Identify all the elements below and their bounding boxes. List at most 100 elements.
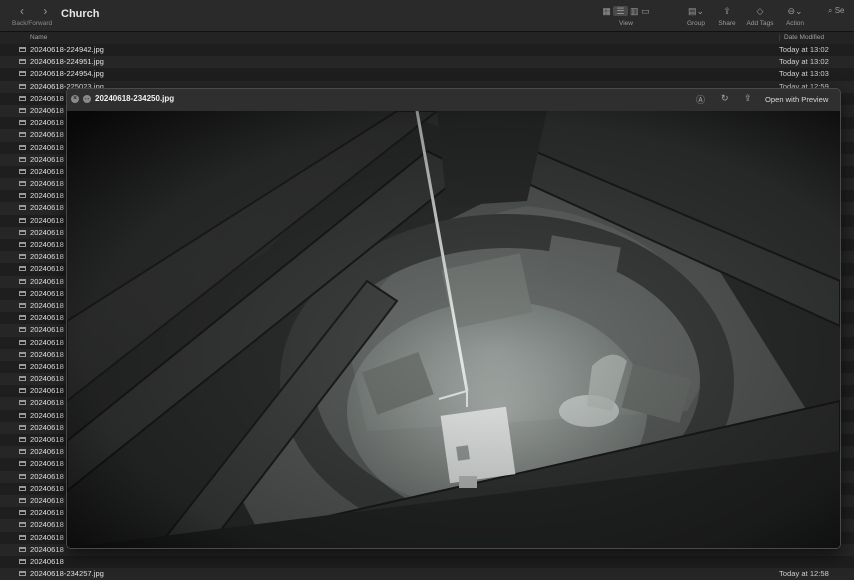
view-mode-icons[interactable]: ▦ ☰ ▥ ▭ (591, 5, 661, 17)
image-file-icon (19, 47, 26, 52)
back-forward-label: Back/Forward (12, 20, 53, 27)
file-name: 20240618 (30, 276, 64, 286)
tag-icon: ◇ (756, 6, 764, 16)
group-icon: ▤⌄ (687, 6, 705, 16)
image-file-icon (19, 412, 26, 418)
file-row[interactable]: 20240618-224951.jpg Today at 13:02 (0, 56, 854, 69)
share-icon: ⇪ (723, 6, 731, 16)
file-name: 20240618-234257.jpg (30, 569, 104, 579)
share-button[interactable]: ⇪ Share (715, 5, 739, 27)
image-file-icon (19, 59, 26, 65)
image-file-icon (19, 95, 26, 101)
image-file-icon (19, 290, 26, 296)
file-name: 20240618 (30, 374, 64, 384)
file-name: 20240618 (30, 264, 64, 274)
file-name: 20240618 (30, 130, 64, 140)
fullscreen-icon[interactable]: ↔ (83, 95, 91, 103)
file-name: 20240618 (30, 166, 64, 176)
view-control[interactable]: ▦ ☰ ▥ ▭ View (591, 5, 661, 27)
file-name: 20240618 (30, 386, 64, 396)
file-name: 20240618 (30, 349, 64, 359)
image-file-icon (19, 229, 26, 235)
image-file-icon (19, 473, 26, 479)
file-name: 20240618 (30, 154, 64, 164)
action-button[interactable]: ⊖⌄ Action (782, 5, 808, 27)
file-name: 20240618 (30, 300, 64, 310)
file-name: 20240618 (30, 252, 64, 262)
image-file-icon (19, 71, 26, 77)
file-name: 20240618 (30, 203, 64, 213)
share-label: Share (718, 20, 736, 27)
file-name: 20240618 (30, 105, 64, 115)
file-name: 20240618-224942.jpg (30, 45, 104, 54)
search-field[interactable]: ⌕ Se (828, 6, 845, 16)
image-file-icon (19, 181, 26, 187)
file-name: 20240618 (30, 118, 64, 128)
image-file-icon (19, 400, 26, 406)
back-forward-arrows-icon[interactable]: ‹ › (12, 4, 56, 18)
file-row[interactable]: 20240618 (0, 556, 854, 568)
file-name: 20240618 (30, 483, 64, 493)
image-file-icon (19, 424, 26, 430)
ellipsis-circle-icon: ⊖⌄ (787, 6, 803, 16)
file-name: 20240618 (30, 179, 64, 189)
column-view-icon[interactable]: ▥ (630, 6, 639, 16)
file-name: 20240618 (30, 288, 64, 298)
file-name: 20240618 (30, 447, 64, 457)
image-file-icon (19, 315, 26, 321)
image-file-icon (19, 388, 26, 394)
gallery-view-icon[interactable]: ▭ (641, 6, 650, 16)
file-name: 20240618 (30, 532, 64, 542)
image-file-icon (19, 254, 26, 260)
file-row[interactable]: 20240618-224954.jpg Today at 13:03 (0, 68, 854, 80)
file-name: 20240618 (30, 325, 64, 335)
image-file-icon (19, 205, 26, 211)
file-date: Today at 13:03 (779, 69, 829, 79)
image-file-icon (19, 437, 26, 442)
file-name: 20240618-224951.jpg (30, 57, 104, 67)
file-row[interactable]: 20240618-224942.jpg Today at 13:02 (0, 44, 854, 56)
image-file-icon (19, 558, 26, 564)
group-label: Group (686, 20, 706, 27)
file-name: 20240618 (30, 471, 64, 481)
close-icon[interactable]: × (71, 95, 79, 103)
image-file-icon (19, 351, 26, 357)
image-file-icon (19, 534, 26, 540)
file-date: Today at 13:02 (779, 45, 829, 54)
icon-view-icon[interactable]: ▦ (602, 6, 611, 16)
file-name: 20240618 (30, 93, 64, 103)
file-name: 20240618 (30, 556, 64, 566)
file-name: 20240618 (30, 227, 64, 237)
share-icon[interactable]: ⇪ (744, 93, 752, 104)
image-file-icon (19, 339, 26, 345)
name-column-header[interactable]: Name (30, 34, 47, 41)
rotate-icon[interactable]: ↻ (721, 93, 729, 104)
date-modified-column-header[interactable]: Date Modified (779, 34, 824, 41)
file-name: 20240618 (30, 495, 64, 505)
image-file-icon (19, 132, 26, 138)
open-with-preview-button[interactable]: Open with Preview (765, 95, 828, 104)
image-file-icon (19, 327, 26, 333)
list-view-icon[interactable]: ☰ (613, 6, 628, 16)
file-name: 20240618 (30, 191, 64, 201)
image-file-icon (19, 522, 26, 528)
quick-look-panel: × ↔ 20240618-234250.jpg Ⓐ ↻ ⇪ Open with … (66, 88, 841, 549)
search-icon: ⌕ (828, 6, 833, 15)
image-file-icon (19, 363, 26, 369)
file-name: 20240618 (30, 410, 64, 420)
image-file-icon (19, 83, 26, 89)
file-name: 20240618 (30, 435, 64, 444)
image-file-icon (19, 449, 26, 455)
file-name: 20240618 (30, 544, 64, 554)
image-file-icon (19, 461, 26, 467)
file-name: 20240618 (30, 361, 64, 371)
add-tags-button[interactable]: ◇ Add Tags (744, 5, 776, 27)
markup-icon[interactable]: Ⓐ (696, 93, 705, 106)
quick-look-header: × ↔ 20240618-234250.jpg Ⓐ ↻ ⇪ Open with … (67, 89, 840, 111)
image-file-icon (19, 510, 26, 516)
group-button[interactable]: ▤⌄ Group (684, 5, 708, 27)
image-file-icon (19, 193, 26, 199)
file-row[interactable]: 20240618-234257.jpg Today at 12:58 (0, 568, 854, 580)
image-file-icon (19, 266, 26, 272)
back-forward-control[interactable]: ‹ › Back/Forward (12, 4, 56, 27)
